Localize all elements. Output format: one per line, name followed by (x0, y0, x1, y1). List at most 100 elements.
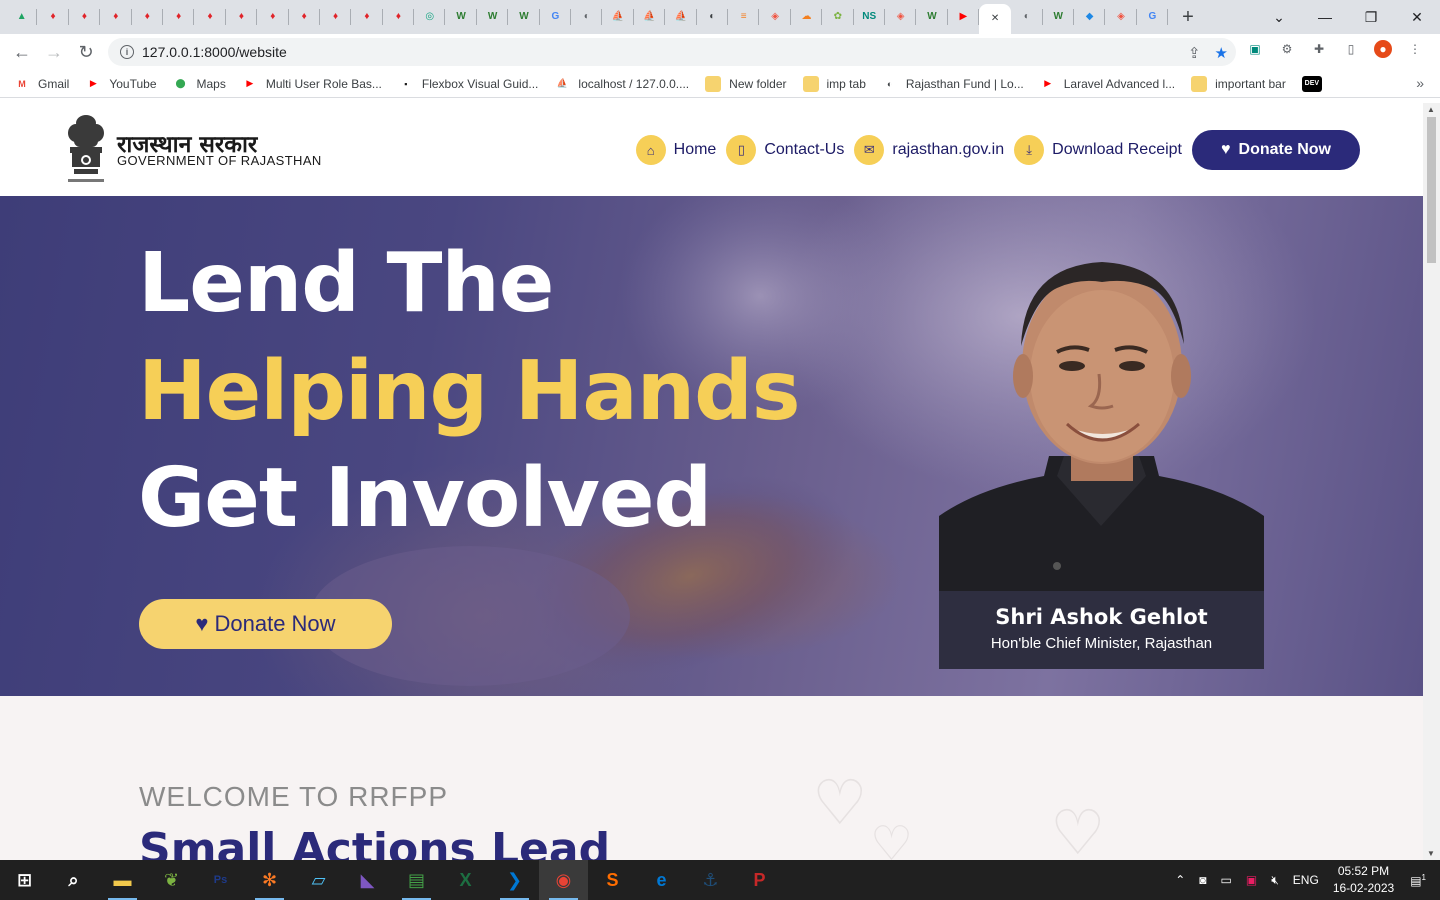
taskbar-app[interactable]: P (735, 860, 784, 900)
notification-center-icon[interactable]: ▤1 (1410, 873, 1426, 888)
browser-tab[interactable]: ◆ (1074, 0, 1106, 34)
browser-tab[interactable]: ▶ (948, 0, 980, 34)
bookmark-item[interactable]: ▶ YouTube (85, 76, 157, 92)
taskbar-app[interactable]: ❯ (490, 860, 539, 900)
taskbar-app[interactable]: ◣ (343, 860, 392, 900)
ashoka-emblem-logo[interactable] (62, 113, 110, 187)
bookmark-item[interactable]: imp tab (802, 75, 866, 92)
browser-tab[interactable]: ♦ (257, 0, 289, 34)
taskbar-app[interactable]: S (588, 860, 637, 900)
taskbar-app[interactable]: e (637, 860, 686, 900)
bookmark-item[interactable]: ▶ Multi User Role Bas... (242, 76, 382, 92)
taskbar-app[interactable]: ✻ (245, 860, 294, 900)
taskbar-app[interactable]: ▱ (294, 860, 343, 900)
nav-download-receipt[interactable]: ⤓ Download Receipt (1014, 135, 1182, 165)
share-icon[interactable]: ⇪ (1188, 44, 1201, 62)
bookmark-item[interactable]: ⬤ Maps (173, 76, 225, 92)
browser-tab[interactable]: G (540, 0, 572, 34)
scroll-down-arrow-icon[interactable]: ▼ (1427, 849, 1435, 858)
bookmark-item[interactable]: DEV (1301, 75, 1330, 92)
nav-rajasthan-gov-in[interactable]: ✉ rajasthan.gov.in (854, 135, 1004, 165)
side-panel-icon[interactable]: ▯ (1342, 40, 1360, 58)
browser-tab[interactable]: ♦ (163, 0, 195, 34)
browser-tab[interactable]: W (916, 0, 949, 34)
browser-tab[interactable]: ♦ (383, 0, 415, 34)
new-tab-button[interactable]: + (1182, 6, 1194, 29)
browser-tab[interactable]: ⛵ (602, 0, 635, 34)
browser-tab[interactable]: ◎ (414, 0, 446, 34)
browser-tab[interactable]: ♦ (100, 0, 132, 34)
forward-button[interactable]: → (38, 36, 70, 68)
nav-home[interactable]: ⌂ Home (635, 135, 716, 165)
browser-tab[interactable]: ◐ (1011, 0, 1043, 34)
browser-tab[interactable]: ◐ (571, 0, 603, 34)
site-info-icon[interactable]: i (120, 45, 134, 59)
back-button[interactable]: ← (6, 36, 38, 68)
donate-now-nav-button[interactable]: ♥ Donate Now (1192, 130, 1360, 170)
extension-icon[interactable]: ⚙ (1278, 40, 1296, 58)
browser-tab[interactable]: W (1043, 0, 1075, 34)
hero-donate-now-button[interactable]: ♥ Donate Now (139, 599, 392, 649)
menu-kebab-icon[interactable]: ⋮ (1406, 40, 1424, 58)
input-language[interactable]: ENG (1293, 873, 1319, 887)
taskbar-app[interactable]: ◉ (539, 860, 588, 900)
nav-contact-us[interactable]: ▯ Contact-Us (726, 135, 844, 165)
close-window-button[interactable]: ✕ (1394, 9, 1440, 26)
bookmark-item[interactable]: M Gmail (14, 76, 69, 92)
network-icon[interactable]: ▭ (1221, 873, 1232, 887)
browser-tab[interactable]: ♦ (37, 0, 70, 34)
browser-tab[interactable]: W (445, 0, 478, 34)
taskbar-app[interactable]: ▬ (98, 860, 147, 900)
bookmark-item[interactable]: ⛵ localhost / 127.0.0.... (554, 76, 689, 92)
browser-tab[interactable]: NS (854, 0, 886, 34)
browser-tab[interactable]: G (1137, 0, 1169, 34)
browser-tab[interactable]: ⛵ (634, 0, 666, 34)
bookmark-item[interactable]: important bar (1191, 75, 1286, 92)
bookmark-item[interactable]: New folder (705, 75, 787, 92)
browser-tab[interactable]: ✿ (822, 0, 854, 34)
meet-now-icon[interactable]: ◙ (1199, 873, 1206, 887)
browser-tab[interactable]: ◈ (885, 0, 917, 34)
browser-tab[interactable]: ▲ (6, 0, 38, 34)
browser-tab[interactable]: ♦ (226, 0, 258, 34)
bookmark-item[interactable]: ◐ Rajasthan Fund | Lo... (882, 76, 1024, 92)
clock[interactable]: 05:52 PM 16-02-2023 (1333, 863, 1394, 897)
volume-icon[interactable]: 🔇︎ (1271, 873, 1279, 888)
browser-tab[interactable]: W (477, 0, 509, 34)
more-bookmarks-icon[interactable]: » (1416, 75, 1424, 91)
browser-tab[interactable]: ◈ (759, 0, 792, 34)
taskbar-app[interactable]: ❦ (147, 860, 196, 900)
bookmark-item[interactable]: ▶ Laravel Advanced l... (1040, 76, 1175, 92)
taskbar-app[interactable]: X (441, 860, 490, 900)
browser-tab[interactable]: ◐ (697, 0, 729, 34)
taskbar-app[interactable]: ▤ (392, 860, 441, 900)
address-bar[interactable]: i 127.0.0.1:8000/website ⇪ ★ (108, 38, 1236, 66)
browser-tab[interactable]: ♦ (69, 0, 101, 34)
app-tray-icon[interactable]: ▣ (1246, 873, 1257, 887)
taskbar-app[interactable]: Ps (196, 860, 245, 900)
minimize-button[interactable]: — (1302, 9, 1348, 25)
page-scrollbar[interactable]: ▲ ▼ (1423, 103, 1440, 860)
taskbar-app[interactable]: ⚓ (686, 860, 735, 900)
browser-tab[interactable]: ✕ (979, 4, 1012, 34)
browser-tab[interactable]: ⛵ (665, 0, 697, 34)
tab-search-chevron-icon[interactable]: ⌄ (1256, 9, 1302, 26)
reload-button[interactable]: ↻ (70, 36, 102, 68)
browser-tab[interactable]: ♦ (194, 0, 227, 34)
browser-tab[interactable]: ♦ (351, 0, 384, 34)
taskbar-app[interactable]: ⊞ (0, 860, 49, 900)
profile-avatar[interactable]: ● (1374, 40, 1392, 58)
browser-tab[interactable]: ☁ (791, 0, 823, 34)
taskbar-app[interactable]: ⌕ (49, 860, 98, 900)
url-text[interactable]: 127.0.0.1:8000/website (142, 44, 287, 60)
extension-icon[interactable]: ▣ (1246, 40, 1264, 58)
browser-tab[interactable]: W (508, 0, 541, 34)
bookmark-star-icon[interactable]: ★ (1215, 44, 1228, 62)
tray-chevron-icon[interactable]: ⌃ (1175, 873, 1185, 887)
close-icon[interactable]: ✕ (987, 11, 1003, 27)
browser-tab[interactable]: ≡ (728, 0, 760, 34)
scrollbar-thumb[interactable] (1427, 117, 1436, 263)
browser-tab[interactable]: ♦ (320, 0, 352, 34)
puzzle-icon[interactable]: ✚ (1310, 40, 1328, 58)
restore-button[interactable]: ❐ (1348, 9, 1394, 26)
